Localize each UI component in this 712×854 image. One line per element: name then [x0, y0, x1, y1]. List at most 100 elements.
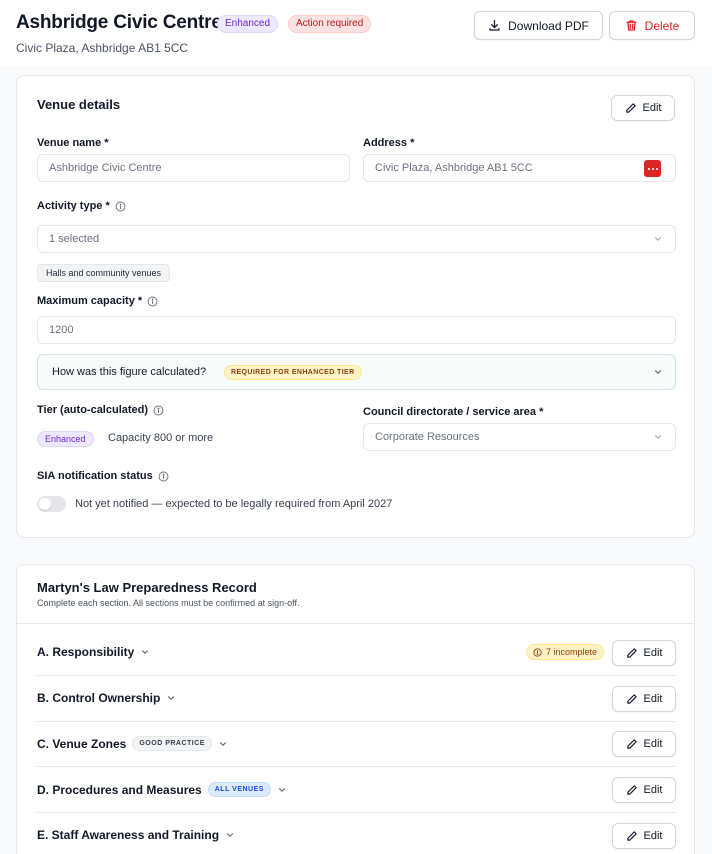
section-title: B. Control Ownership [37, 691, 161, 705]
section-label: C. Venue Zones GOOD PRACTICE [37, 736, 228, 751]
directorate-select[interactable]: Corporate Resources [363, 423, 676, 451]
divider [17, 623, 694, 624]
address-label-text: Address * [363, 137, 415, 149]
section-label: A. Responsibility [37, 645, 150, 659]
sia-label-text: SIA notification status [37, 470, 153, 482]
sia-notified-toggle[interactable] [37, 496, 66, 512]
incomplete-count: 7 incomplete [545, 647, 597, 657]
edit-label: Edit [643, 784, 663, 796]
activity-type-value: 1 selected [49, 233, 100, 245]
incomplete-badge: 7 incomplete [525, 644, 604, 660]
info-icon[interactable] [158, 471, 169, 482]
section-title: C. Venue Zones [37, 736, 127, 751]
info-icon[interactable] [153, 405, 164, 416]
delete-button[interactable]: Delete [609, 11, 695, 40]
tier-description: Capacity 800 or more [108, 432, 214, 444]
activity-type-label: Activity type * [37, 200, 126, 212]
capacity-calculation-accordion[interactable]: How was this figure calculated? REQUIRED… [37, 354, 676, 390]
chevron-down-icon[interactable] [218, 739, 228, 749]
chevron-down-icon[interactable] [166, 693, 176, 703]
trash-icon [626, 20, 637, 31]
directorate-label-text: Council directorate / service area * [363, 406, 544, 418]
download-pdf-button[interactable]: Download PDF [474, 11, 603, 40]
record-title: Martyn's Law Preparedness Record [37, 580, 257, 595]
pencil-icon [625, 103, 636, 113]
activity-type-chip: Halls and community venues [37, 264, 171, 282]
chevron-down-icon[interactable] [277, 785, 287, 795]
directorate-value: Corporate Resources [375, 431, 480, 443]
capacity-label-text: Maximum capacity * [37, 295, 143, 307]
edit-label: Edit [643, 693, 663, 705]
venue-details-title: Venue details [37, 97, 121, 112]
page-title: Ashbridge Civic Centre [16, 12, 222, 33]
venue-name-value: Ashbridge Civic Centre [49, 162, 162, 174]
venue-name-input[interactable]: Ashbridge Civic Centre [37, 154, 350, 182]
section-label: B. Control Ownership [37, 691, 176, 705]
alert-circle-icon [533, 647, 542, 657]
section-row-staff-awareness[interactable]: E. Staff Awareness and Training Edit [37, 813, 676, 854]
delete-label: Delete [644, 18, 680, 33]
all-venues-tag: ALL VENUES [207, 782, 271, 797]
tier-value-badge: Enhanced [37, 431, 94, 447]
activity-type-select[interactable]: 1 selected [37, 225, 676, 253]
capacity-value: 1200 [49, 324, 74, 336]
pencil-icon [626, 785, 637, 795]
section-edit-button[interactable]: Edit [612, 686, 676, 712]
edit-label: Edit [643, 738, 663, 750]
page-header: Ashbridge Civic Centre Enhanced Action r… [0, 0, 712, 66]
sia-status-text: Not yet notified — expected to be legall… [75, 498, 393, 510]
address-input[interactable]: Civic Plaza, Ashbridge AB1 5CC [363, 154, 676, 182]
preparedness-record-card: Martyn's Law Preparedness Record Complet… [16, 564, 695, 854]
section-title: A. Responsibility [37, 645, 135, 659]
activity-type-label-text: Activity type * [37, 200, 110, 212]
good-practice-tag: GOOD PRACTICE [132, 736, 212, 751]
chevron-down-icon [655, 370, 661, 374]
pencil-icon [626, 694, 637, 704]
pencil-icon [626, 831, 637, 841]
address-value: Civic Plaza, Ashbridge AB1 5CC [375, 162, 533, 174]
venue-name-label-text: Venue name * [37, 137, 109, 149]
record-subtitle: Complete each section. All sections must… [37, 598, 300, 608]
tier-label-text: Tier (auto-calculated) [37, 404, 149, 416]
section-edit-button[interactable]: Edit [612, 731, 676, 757]
required-badge: REQUIRED FOR ENHANCED TIER [224, 365, 362, 380]
pencil-icon [626, 648, 637, 658]
section-row-procedures[interactable]: D. Procedures and Measures ALL VENUES Ed… [37, 767, 676, 813]
toggle-knob [39, 498, 51, 510]
venue-edit-button[interactable]: Edit [611, 95, 675, 121]
section-title: E. Staff Awareness and Training [37, 828, 220, 842]
section-row-control-ownership[interactable]: B. Control Ownership Edit [37, 676, 676, 722]
venue-name-label: Venue name * [37, 137, 109, 149]
download-icon [489, 19, 500, 31]
chevron-down-icon[interactable] [140, 647, 150, 657]
section-row-venue-zones[interactable]: C. Venue Zones GOOD PRACTICE Edit [37, 721, 676, 767]
address-autofill-icon[interactable] [644, 160, 661, 177]
capacity-input[interactable]: 1200 [37, 316, 676, 344]
tier-label: Tier (auto-calculated) [37, 404, 164, 416]
chevron-down-icon[interactable] [225, 830, 235, 840]
calc-question: How was this figure calculated? [52, 366, 207, 378]
pencil-icon [626, 739, 637, 749]
directorate-label: Council directorate / service area * [363, 406, 543, 418]
address-label: Address * [363, 137, 414, 149]
section-label: D. Procedures and Measures ALL VENUES [37, 782, 287, 797]
sia-label: SIA notification status [37, 470, 169, 482]
chevron-down-icon [655, 237, 661, 241]
tier-badge: Enhanced [217, 15, 279, 33]
section-label: E. Staff Awareness and Training [37, 828, 235, 842]
edit-label: Edit [643, 647, 663, 659]
edit-label: Edit [642, 102, 662, 114]
section-edit-button[interactable]: Edit [612, 777, 676, 803]
section-row-responsibility[interactable]: A. Responsibility 7 incomplete Edit [37, 630, 676, 676]
venue-details-card: Venue details Edit Venue name * Ashbridg… [16, 75, 695, 538]
section-title: D. Procedures and Measures [37, 782, 202, 797]
chevron-down-icon [655, 435, 661, 439]
section-edit-button[interactable]: Edit [612, 640, 676, 666]
download-pdf-label: Download PDF [508, 18, 589, 33]
status-badge: Action required [288, 15, 372, 33]
section-edit-button[interactable]: Edit [612, 823, 676, 849]
info-icon[interactable] [115, 201, 126, 212]
page-subtitle: Civic Plaza, Ashbridge AB1 5CC [16, 41, 189, 55]
info-icon[interactable] [147, 296, 158, 307]
capacity-label: Maximum capacity * [37, 295, 158, 307]
